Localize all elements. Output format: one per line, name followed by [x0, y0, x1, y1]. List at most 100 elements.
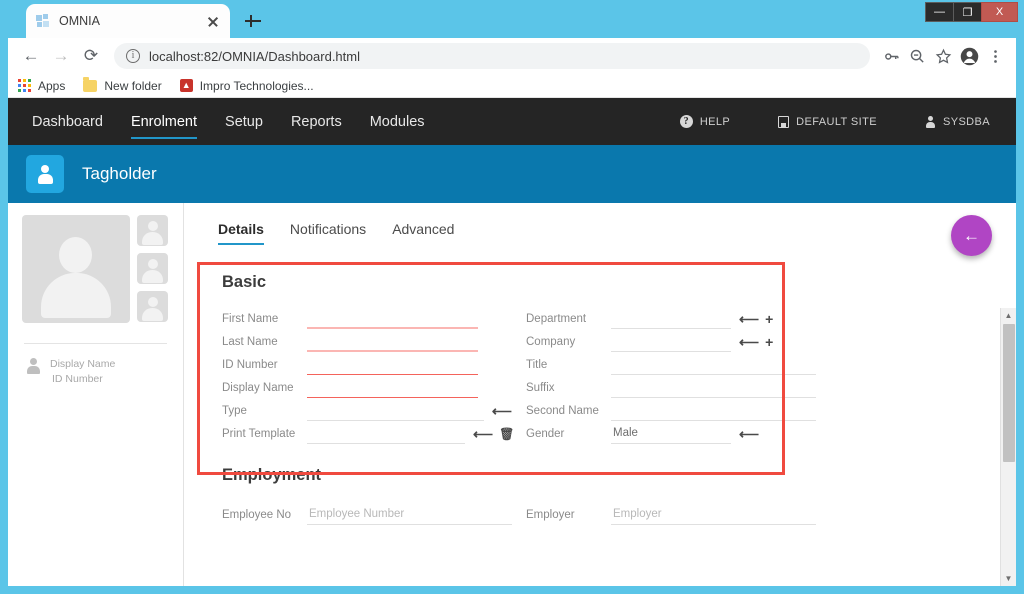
- field-label: Suffix: [526, 382, 555, 394]
- id-number-input[interactable]: [307, 355, 478, 375]
- save-disk-icon: [778, 115, 790, 128]
- close-window-button[interactable]: X: [981, 2, 1018, 22]
- star-icon[interactable]: [930, 43, 956, 69]
- arrow-left-icon[interactable]: ⟵: [739, 312, 759, 326]
- photo-thumbnail-list: [137, 215, 168, 323]
- forward-icon[interactable]: →: [46, 41, 76, 71]
- puzzle-piece-icon: [34, 13, 50, 29]
- field-department: Department ⟵ +: [526, 306, 816, 329]
- photo-thumb-3[interactable]: [137, 291, 168, 322]
- basic-section: Basic First Name Last Name ID Number Dis…: [202, 261, 1016, 444]
- field-label: Title: [526, 359, 548, 371]
- gender-input[interactable]: [611, 424, 731, 444]
- help-button[interactable]: ? HELP: [679, 115, 731, 128]
- address-bar[interactable]: i localhost:82/OMNIA/Dashboard.html: [114, 43, 870, 69]
- three-dot-menu-icon[interactable]: [982, 43, 1008, 69]
- zoom-out-icon[interactable]: [904, 43, 930, 69]
- back-icon[interactable]: ←: [16, 41, 46, 71]
- close-icon[interactable]: [204, 12, 222, 30]
- profile-summary: Display Name ID Number: [22, 344, 183, 387]
- company-input[interactable]: [611, 332, 731, 352]
- suffix-input[interactable]: [611, 378, 816, 398]
- photo-thumb-1[interactable]: [137, 215, 168, 246]
- employer-input[interactable]: [611, 505, 816, 525]
- plus-icon[interactable]: +: [765, 335, 773, 349]
- type-input[interactable]: [307, 401, 484, 421]
- bookmarks-bar: Apps New folder Impro Technologies...: [8, 74, 1016, 98]
- scrollbar-thumb[interactable]: [1003, 324, 1015, 462]
- nav-item-dashboard[interactable]: Dashboard: [32, 100, 103, 143]
- folder-icon: [83, 77, 98, 92]
- browser-tab[interactable]: OMNIA: [26, 4, 230, 38]
- scroll-down-icon[interactable]: ▼: [1001, 571, 1016, 586]
- info-icon: i: [126, 49, 140, 63]
- field-id-number: ID Number: [222, 352, 512, 375]
- trash-icon[interactable]: 🗑: [499, 427, 514, 441]
- last-name-input[interactable]: [307, 332, 478, 352]
- plus-icon[interactable]: +: [765, 312, 773, 326]
- site-label: DEFAULT SITE: [796, 115, 877, 128]
- field-label: Type: [222, 405, 247, 417]
- first-name-input[interactable]: [307, 309, 478, 329]
- url-text: localhost:82/OMNIA/Dashboard.html: [149, 48, 360, 64]
- user-menu[interactable]: SYSDBA: [925, 115, 990, 128]
- arrow-left-icon[interactable]: ⟵: [739, 427, 759, 441]
- nav-item-enrolment[interactable]: Enrolment: [130, 100, 198, 143]
- tab-advanced[interactable]: Advanced: [392, 221, 454, 245]
- field-label: Employer: [526, 509, 575, 521]
- field-label: Display Name: [222, 382, 294, 394]
- key-icon[interactable]: [878, 43, 904, 69]
- field-label: Company: [526, 336, 576, 348]
- user-icon: [925, 115, 936, 128]
- page-viewport: Dashboard Enrolment Setup Reports Module…: [8, 98, 1016, 586]
- field-employee-no: Employee No: [222, 499, 512, 525]
- page-scrollbar[interactable]: ▲ ▼: [1000, 308, 1016, 586]
- title-input[interactable]: [611, 355, 816, 375]
- site-selector[interactable]: DEFAULT SITE: [778, 115, 877, 128]
- question-circle-icon: ?: [679, 115, 693, 128]
- nav-item-modules[interactable]: Modules: [370, 100, 425, 143]
- help-label: HELP: [699, 115, 731, 128]
- field-company: Company ⟵ +: [526, 329, 816, 352]
- bookmark-apps[interactable]: Apps: [18, 79, 65, 93]
- tab-notifications[interactable]: Notifications: [290, 221, 366, 245]
- maximize-button[interactable]: ❐: [953, 2, 982, 22]
- photo-row: [22, 215, 183, 323]
- impro-logo-icon: [179, 78, 193, 92]
- reload-icon[interactable]: ⟳: [76, 41, 106, 71]
- employee-no-input[interactable]: [307, 505, 512, 525]
- department-input[interactable]: [611, 309, 731, 329]
- profile-avatar-icon[interactable]: [956, 43, 982, 69]
- profile-pane: Display Name ID Number: [8, 203, 184, 586]
- content-area: Display Name ID Number Details Notificat…: [8, 203, 1016, 586]
- profile-photo-placeholder[interactable]: [22, 215, 130, 323]
- print-template-input[interactable]: [307, 424, 465, 444]
- tab-details[interactable]: Details: [218, 221, 264, 245]
- apps-grid-icon: [18, 79, 31, 92]
- field-last-name: Last Name: [222, 329, 512, 352]
- nav-item-reports[interactable]: Reports: [291, 100, 342, 143]
- back-arrow-icon[interactable]: ←: [951, 215, 992, 256]
- bookmark-label: New folder: [104, 78, 162, 93]
- new-tab-button[interactable]: [243, 11, 263, 31]
- browser-window: OMNIA — ❐ X ← → ⟳ i localhost:82/OMNIA/D…: [0, 0, 1024, 594]
- display-name-input[interactable]: [307, 378, 478, 398]
- nav-item-setup[interactable]: Setup: [225, 100, 263, 143]
- second-name-input[interactable]: [611, 401, 816, 421]
- employment-left-column: Employee No: [222, 499, 512, 525]
- field-print-template: Print Template ⟵ 🗑: [222, 421, 514, 444]
- tab-strip: OMNIA — ❐ X: [0, 0, 1024, 38]
- field-label: Print Template: [222, 428, 296, 440]
- photo-thumb-2[interactable]: [137, 253, 168, 284]
- scroll-up-icon[interactable]: ▲: [1001, 308, 1016, 323]
- bookmark-impro-technologies[interactable]: Impro Technologies...: [179, 78, 314, 93]
- profile-id-number: ID Number: [52, 373, 103, 385]
- user-icon: [26, 357, 41, 374]
- field-label: Department: [526, 313, 587, 325]
- bookmark-new-folder[interactable]: New folder: [83, 77, 162, 93]
- minimize-button[interactable]: —: [925, 2, 954, 22]
- arrow-left-icon[interactable]: ⟵: [739, 335, 759, 349]
- basic-left-column: First Name Last Name ID Number Display N…: [222, 306, 514, 444]
- arrow-left-icon[interactable]: ⟵: [492, 404, 512, 418]
- arrow-left-icon[interactable]: ⟵: [473, 427, 493, 441]
